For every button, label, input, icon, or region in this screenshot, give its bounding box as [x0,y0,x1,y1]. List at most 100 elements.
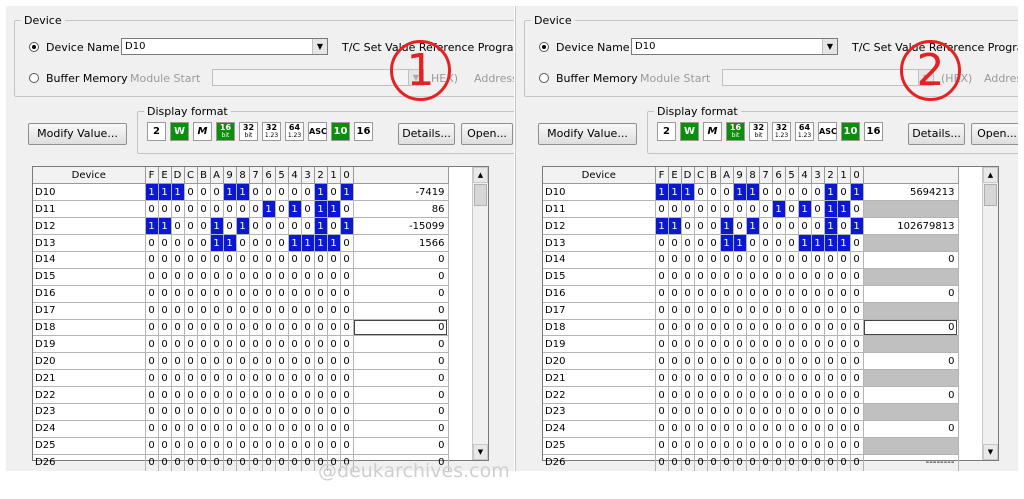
bit-cell[interactable]: 1 [145,217,159,236]
bit-cell[interactable]: 0 [707,369,721,388]
bit-cell[interactable]: 0 [275,369,289,388]
device-cell[interactable]: D13 [543,234,656,252]
bit-cell[interactable]: 0 [288,352,302,371]
bit-cell[interactable]: 0 [733,200,747,219]
bit-cell[interactable]: 0 [210,200,224,219]
bit-cell[interactable]: 0 [158,420,172,438]
bit-cell[interactable]: 0 [184,369,198,388]
bit-cell[interactable]: 0 [850,335,864,354]
bit-cell[interactable]: 0 [733,285,747,303]
bit-cell[interactable]: 0 [158,386,172,404]
bit-cell[interactable]: 0 [720,319,734,337]
bit-cell[interactable]: 0 [236,352,250,371]
scroll-down-icon[interactable]: ▼ [473,444,488,460]
format-word-button[interactable]: W [680,122,699,141]
value-cell[interactable]: 0 [353,369,449,388]
bit-cell[interactable]: 0 [171,403,185,421]
bit-cell[interactable]: 0 [158,369,172,388]
bit-cell[interactable]: 0 [850,352,864,371]
bit-cell[interactable]: 0 [772,386,786,404]
bit-cell[interactable]: 0 [785,200,799,219]
bit-cell[interactable]: 0 [262,217,276,236]
device-name-combo[interactable]: D10 ▼ [631,38,838,55]
device-name-combo[interactable]: D10 ▼ [121,38,328,55]
bit-cell[interactable]: 0 [772,437,786,455]
table-row[interactable]: D26 0 0 0 0 0 0 0 0 0 0 0 0 0 0 0 0 -------- [543,454,959,471]
bit-cell[interactable]: 0 [746,200,760,219]
bit-cell[interactable]: 0 [707,200,721,219]
bit-cell[interactable]: 0 [145,386,159,404]
bit-cell[interactable]: 0 [668,454,682,471]
bit-cell[interactable]: 0 [236,420,250,438]
bit-cell[interactable]: 0 [707,403,721,421]
bit-cell[interactable]: 1 [772,200,786,219]
bit-cell[interactable]: 0 [158,319,172,337]
bit-cell[interactable]: 0 [327,183,341,202]
bit-cell[interactable]: 0 [197,437,211,455]
bit-cell[interactable]: 0 [837,420,851,438]
bit-cell[interactable]: 1 [314,217,328,236]
bit-cell[interactable]: 0 [681,251,695,269]
bit-cell[interactable]: 0 [707,251,721,269]
format-decimal-button[interactable]: 10 [331,122,350,141]
bit-cell[interactable]: 0 [197,403,211,421]
table-row[interactable]: D22 0 0 0 0 0 0 0 0 0 0 0 0 0 0 0 0 0 [33,386,449,404]
bit-cell[interactable]: 0 [249,183,263,202]
bit-cell[interactable]: 0 [340,369,354,388]
bit-cell[interactable]: 0 [158,437,172,455]
table-row[interactable]: D23 0 0 0 0 0 0 0 0 0 0 0 0 0 0 0 0 0 [33,403,449,421]
bit-cell[interactable]: 0 [746,454,760,471]
value-cell[interactable] [863,335,959,354]
bit-cell[interactable]: 0 [720,454,734,471]
device-name-radio[interactable] [29,42,39,52]
table-row[interactable]: D19 0 0 0 0 0 0 0 0 0 0 0 0 0 0 0 0 0 [33,335,449,354]
bit-cell[interactable]: 0 [171,268,185,286]
bit-cell[interactable]: 0 [314,420,328,438]
bit-cell[interactable]: 0 [145,403,159,421]
bit-cell[interactable]: 0 [301,369,315,388]
bit-cell[interactable]: 0 [837,285,851,303]
bit-cell[interactable]: 0 [681,234,695,252]
bit-cell[interactable]: 0 [655,200,669,219]
bit-cell[interactable]: 0 [184,268,198,286]
bit-cell[interactable]: 0 [733,386,747,404]
bit-cell[interactable]: 0 [785,454,799,471]
bit-cell[interactable]: 1 [746,183,760,202]
bit-cell[interactable]: 0 [694,369,708,388]
table-row[interactable]: D11 0 0 0 0 0 0 0 0 0 1 0 1 0 1 1 0 86 [33,200,449,219]
bit-cell[interactable]: 1 [158,217,172,236]
value-cell[interactable] [863,369,959,388]
table-row[interactable]: D19 0 0 0 0 0 0 0 0 0 0 0 0 0 0 0 0 [543,335,959,354]
bit-cell[interactable]: 0 [681,403,695,421]
bit-cell[interactable]: 0 [275,268,289,286]
bit-cell[interactable]: 0 [197,369,211,388]
bit-cell[interactable]: 1 [210,234,224,252]
bit-cell[interactable]: 0 [733,369,747,388]
bit-cell[interactable]: 0 [824,285,838,303]
bit-cell[interactable]: 0 [158,335,172,354]
bit-cell[interactable]: 1 [668,183,682,202]
bit-cell[interactable]: 0 [707,319,721,337]
bit-cell[interactable]: 0 [850,454,864,471]
value-cell[interactable]: 0 [353,335,449,354]
bit-cell[interactable]: 0 [210,454,224,471]
bit-cell[interactable]: 0 [197,268,211,286]
bit-cell[interactable]: 0 [733,251,747,269]
device-cell[interactable]: D25 [33,437,146,455]
value-cell[interactable]: 0 [353,251,449,269]
bit-cell[interactable]: 1 [327,234,341,252]
bit-cell[interactable]: 0 [707,454,721,471]
device-name-radio[interactable] [539,42,549,52]
bit-cell[interactable]: 0 [249,369,263,388]
bit-cell[interactable]: 0 [681,437,695,455]
table-row[interactable]: D18 0 0 0 0 0 0 0 0 0 0 0 0 0 0 0 0 0 [33,319,449,337]
device-cell[interactable]: D20 [33,352,146,371]
bit-cell[interactable]: 0 [746,369,760,388]
bit-cell[interactable]: 0 [301,268,315,286]
bit-cell[interactable]: 0 [811,217,825,236]
bit-cell[interactable]: 0 [340,420,354,438]
table-row[interactable]: D12 1 1 0 0 0 1 0 1 0 0 0 0 0 1 0 1 102679813 [543,217,959,236]
bit-cell[interactable]: 0 [249,386,263,404]
bit-cell[interactable]: 0 [236,319,250,337]
format-hex-button[interactable]: 16 [354,122,373,141]
